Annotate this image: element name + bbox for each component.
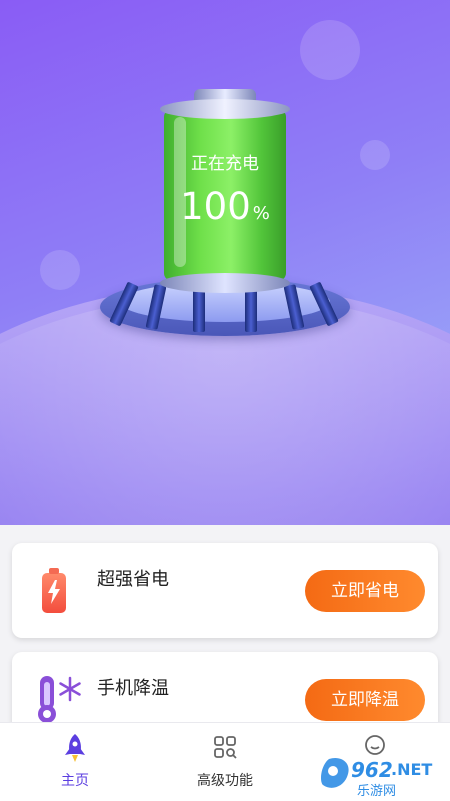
svg-text:乐游网: 乐游网: [357, 784, 396, 799]
watermark-logo: 962 .NET 乐游网: [321, 757, 432, 799]
thermometer-snowflake-icon: [38, 676, 81, 723]
rocket-icon: [65, 734, 85, 762]
save-power-button[interactable]: 立即省电: [305, 570, 425, 612]
svg-text:.NET: .NET: [391, 760, 432, 779]
background-glow: [300, 20, 360, 80]
background-glow: [360, 140, 390, 170]
battery-bolt-icon: [42, 568, 66, 613]
svg-text:962: 962: [351, 758, 393, 782]
power-saving-title: 超强省电: [97, 569, 169, 590]
tab-home[interactable]: 主页: [0, 723, 150, 801]
background-glow: [40, 250, 80, 290]
charging-hero: 正在充电 100%: [0, 0, 450, 525]
power-saving-card: 超强省电 立即省电: [12, 543, 438, 638]
grid-search-icon: [214, 736, 237, 759]
base-pillar: [193, 288, 205, 332]
base-pillar: [245, 288, 257, 332]
charging-status: 正在充电: [191, 154, 259, 174]
battery-level: 100: [180, 185, 251, 228]
tab-advanced[interactable]: 高级功能: [150, 723, 300, 801]
tab-advanced-label: 高级功能: [197, 773, 253, 789]
tab-home-label: 主页: [61, 773, 89, 789]
battery-percentage: 100%: [164, 185, 286, 228]
cooling-title: 手机降温: [97, 678, 169, 699]
percent-sign: %: [252, 203, 270, 224]
cool-down-button[interactable]: 立即降温: [305, 679, 425, 721]
